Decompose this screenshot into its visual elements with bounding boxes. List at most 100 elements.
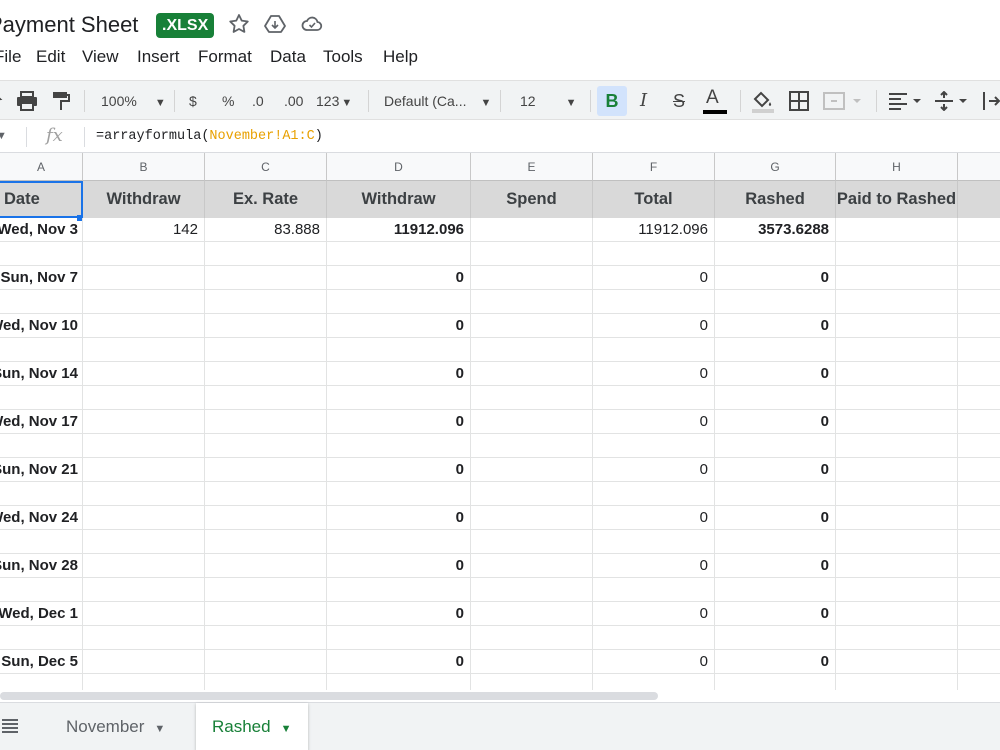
all-sheets-icon[interactable]	[2, 719, 18, 733]
cell-h[interactable]	[836, 386, 958, 410]
decrease-decimal-button[interactable]: .0	[252, 81, 264, 121]
cell-h[interactable]	[836, 482, 958, 506]
cell-g[interactable]: 0	[715, 362, 836, 386]
cell-e[interactable]	[471, 554, 593, 578]
text-wrap-icon[interactable]	[982, 91, 1000, 111]
cell-f[interactable]: 0	[593, 602, 715, 626]
cell-b[interactable]	[83, 314, 205, 338]
cell-d[interactable]	[327, 386, 471, 410]
cell-a[interactable]	[0, 530, 83, 554]
text-color-button[interactable]: A	[706, 81, 719, 121]
cell-h[interactable]	[836, 434, 958, 458]
header-cell-rashed[interactable]: Rashed	[715, 181, 836, 218]
cell-i[interactable]	[958, 314, 1000, 338]
cell-f[interactable]	[593, 434, 715, 458]
number-format-button[interactable]: 123 ▼	[316, 81, 352, 121]
cell-c[interactable]	[205, 554, 327, 578]
cell-a[interactable]: Sun, Nov 21	[0, 458, 83, 482]
cell-e[interactable]	[471, 386, 593, 410]
header-cell-i[interactable]	[958, 181, 1000, 218]
header-cell-date[interactable]: Date	[0, 181, 83, 218]
header-cell-paid-to-rashed[interactable]: Paid to Rashed	[836, 181, 958, 218]
cell-f[interactable]	[593, 674, 715, 690]
cell-d[interactable]: 0	[327, 362, 471, 386]
cell-c[interactable]	[205, 314, 327, 338]
cell-f[interactable]: 0	[593, 314, 715, 338]
cell-h[interactable]	[836, 290, 958, 314]
menu-edit[interactable]: Edit	[36, 47, 65, 67]
cell-f[interactable]: 11912.096	[593, 218, 715, 242]
cell-i[interactable]	[958, 602, 1000, 626]
cell-b[interactable]	[83, 626, 205, 650]
cell-e[interactable]	[471, 650, 593, 674]
cell-i[interactable]	[958, 242, 1000, 266]
cell-e[interactable]	[471, 530, 593, 554]
cell-g[interactable]	[715, 530, 836, 554]
header-cell-spend[interactable]: Spend	[471, 181, 593, 218]
cell-d[interactable]	[327, 338, 471, 362]
column-header-d[interactable]: D	[327, 153, 471, 181]
cell-b[interactable]	[83, 674, 205, 690]
cell-c[interactable]	[205, 458, 327, 482]
cell-e[interactable]	[471, 458, 593, 482]
cell-g[interactable]: 0	[715, 458, 836, 482]
formula-input[interactable]: =arrayformula(November!A1:C)	[96, 129, 323, 144]
cell-d[interactable]: 0	[327, 266, 471, 290]
cell-h[interactable]	[836, 338, 958, 362]
cell-d[interactable]	[327, 530, 471, 554]
cell-c[interactable]	[205, 602, 327, 626]
merge-cells-icon[interactable]	[823, 91, 863, 111]
cell-a[interactable]	[0, 578, 83, 602]
cell-i[interactable]	[958, 578, 1000, 602]
cell-g[interactable]	[715, 434, 836, 458]
cell-f[interactable]: 0	[593, 410, 715, 434]
cell-f[interactable]	[593, 386, 715, 410]
cell-b[interactable]	[83, 242, 205, 266]
cell-b[interactable]	[83, 578, 205, 602]
cell-a[interactable]	[0, 386, 83, 410]
cell-i[interactable]	[958, 626, 1000, 650]
cell-f[interactable]: 0	[593, 266, 715, 290]
cell-i[interactable]	[958, 266, 1000, 290]
cell-d[interactable]: 0	[327, 410, 471, 434]
menu-file[interactable]: File	[0, 47, 21, 67]
menu-data[interactable]: Data	[270, 47, 306, 67]
cell-f[interactable]	[593, 338, 715, 362]
cell-c[interactable]	[205, 434, 327, 458]
cell-g[interactable]: 0	[715, 314, 836, 338]
cell-a[interactable]: Sun, Dec 5	[0, 650, 83, 674]
cell-a[interactable]: Wed, Nov 17	[0, 410, 83, 434]
cell-d[interactable]	[327, 578, 471, 602]
cell-e[interactable]	[471, 602, 593, 626]
cell-e[interactable]	[471, 506, 593, 530]
cell-d[interactable]	[327, 290, 471, 314]
sheet-tab-rashed[interactable]: Rashed ▼	[196, 703, 308, 750]
cell-a[interactable]: Wed, Dec 1	[0, 602, 83, 626]
cell-c[interactable]	[205, 386, 327, 410]
cell-f[interactable]	[593, 482, 715, 506]
cell-h[interactable]	[836, 578, 958, 602]
cell-a[interactable]: Sun, Nov 28	[0, 554, 83, 578]
column-header-h[interactable]: H	[836, 153, 958, 181]
cell-i[interactable]	[958, 434, 1000, 458]
cell-e[interactable]	[471, 578, 593, 602]
cell-e[interactable]	[471, 674, 593, 690]
column-header-g[interactable]: G	[715, 153, 836, 181]
name-box-caret[interactable]: ▼	[0, 130, 7, 142]
cell-g[interactable]	[715, 290, 836, 314]
cell-e[interactable]	[471, 290, 593, 314]
cell-e[interactable]	[471, 242, 593, 266]
cell-b[interactable]	[83, 554, 205, 578]
cell-h[interactable]	[836, 242, 958, 266]
cell-g[interactable]: 0	[715, 506, 836, 530]
column-header-e[interactable]: E	[471, 153, 593, 181]
document-title[interactable]: Payment Sheet	[0, 12, 138, 38]
cell-f[interactable]	[593, 290, 715, 314]
cell-a[interactable]: Wed, Nov 10	[0, 314, 83, 338]
cell-b[interactable]	[83, 386, 205, 410]
header-cell-ex-rate[interactable]: Ex. Rate	[205, 181, 327, 218]
align-icon[interactable]	[888, 91, 924, 111]
cell-e[interactable]	[471, 338, 593, 362]
print-icon[interactable]	[16, 91, 38, 111]
cell-a[interactable]	[0, 290, 83, 314]
